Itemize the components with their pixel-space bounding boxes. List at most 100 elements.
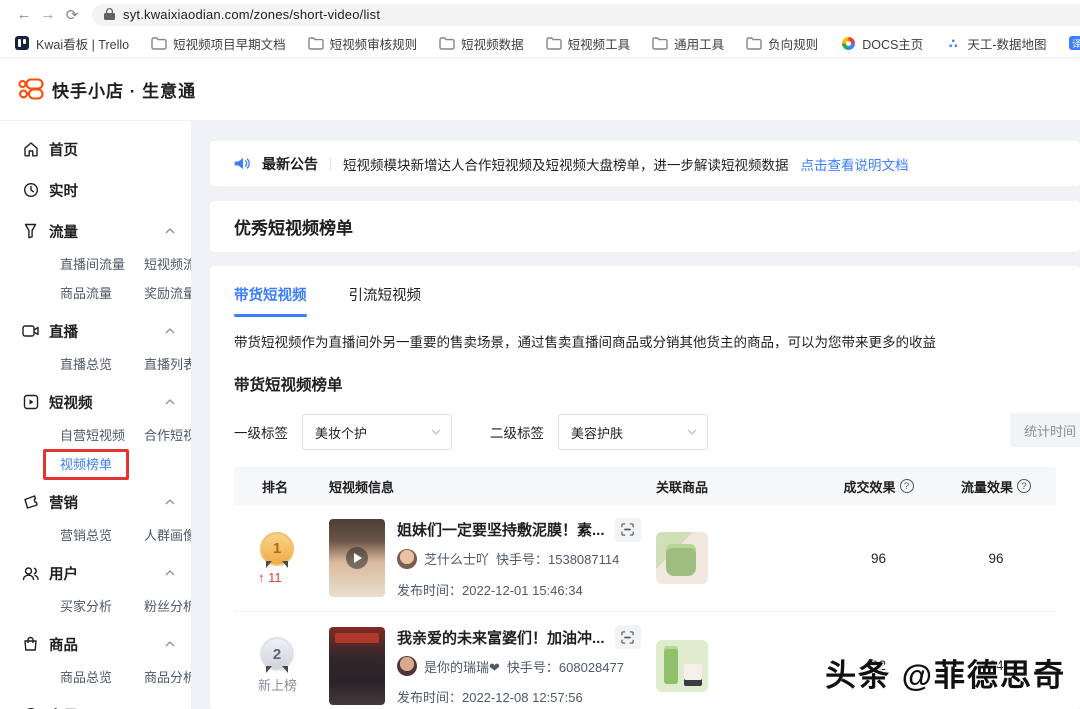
sidebar-item-shortvideo[interactable]: 短视频 — [22, 390, 191, 414]
bookmark-folder-5[interactable]: 通用工具 — [652, 34, 724, 53]
users-icon — [22, 565, 39, 582]
browser-toolbar: ← → ⟳ syt.kwaixiaodian.com/zones/short-v… — [0, 0, 1080, 29]
bookmark-folder-3[interactable]: 短视频数据 — [439, 34, 524, 53]
sidebar-item-reward-traffic[interactable]: 奖励流量 — [144, 283, 192, 305]
sidebar-item-audience-profile[interactable]: 人群画像 — [144, 525, 192, 547]
tab-drainage-videos[interactable]: 引流短视频 — [349, 284, 422, 317]
level1-tag-select[interactable]: 美妆个护 — [302, 414, 452, 450]
sidebar-item-marketing-overview[interactable]: 营销总览 — [60, 525, 144, 547]
ticket-icon — [22, 494, 39, 511]
video-play-icon — [22, 394, 39, 411]
product-image[interactable] — [656, 640, 708, 692]
scan-qr-button[interactable] — [615, 625, 641, 649]
sidebar-item-video-traffic[interactable]: 短视频流量 — [144, 254, 192, 276]
url-text: syt.kwaixiaodian.com/zones/short-video/l… — [123, 7, 380, 22]
sidebar-item-users[interactable]: 用户 — [22, 561, 191, 585]
sidebar-item-own-videos[interactable]: 自营短视频 — [60, 425, 144, 447]
bookmark-trello[interactable]: Kwai看板 | Trello — [14, 34, 129, 53]
video-title[interactable]: 我亲爱的未来富婆们！加油冲... — [397, 627, 605, 648]
folder-icon — [151, 35, 167, 51]
sidebar-item-live-list[interactable]: 直播列表 — [144, 354, 192, 376]
folder-icon — [439, 35, 455, 51]
play-icon — [346, 547, 368, 569]
bookmark-tiangong[interactable]: ∴ 天工-数据地图 — [945, 34, 1046, 53]
sidebar-item-products[interactable]: 商品 — [22, 632, 191, 656]
bookmark-folder-2[interactable]: 短视频审核规则 — [308, 34, 418, 53]
sidebar-item-product-overview[interactable]: 商品总览 — [60, 667, 144, 689]
silver-medal-icon: 2 — [260, 637, 294, 671]
sidebar-item-marketing[interactable]: 营销 — [22, 490, 191, 514]
rank-cell: 2 新上榜 — [234, 637, 329, 694]
chevron-up-icon[interactable] — [165, 570, 175, 576]
publish-time: 发布时间：2022-12-01 15:46:34 — [397, 580, 641, 599]
page-title-card: 优秀短视频榜单 — [210, 201, 1080, 252]
level2-tag-select[interactable]: 美容护肤 — [558, 414, 708, 450]
sidebar-item-home[interactable]: 首页 — [22, 137, 191, 161]
bookmark-folder-1[interactable]: 短视频项目早期文档 — [151, 34, 286, 53]
sidebar-item-product-analysis[interactable]: 商品分析 — [144, 667, 192, 689]
url-bar[interactable]: syt.kwaixiaodian.com/zones/short-video/l… — [92, 4, 1080, 26]
bookmark-folder-6[interactable]: 负向规则 — [746, 34, 818, 53]
author-name[interactable]: 芝什么士吖 — [424, 549, 489, 568]
help-icon[interactable]: ? — [900, 479, 914, 493]
sidebar-item-label: 视频榜单 — [60, 457, 112, 472]
rank-change: ↑ 11 — [258, 570, 282, 585]
scan-qr-button[interactable] — [615, 518, 641, 542]
gold-medal-icon: 1 — [260, 532, 294, 566]
filter-bar: 一级标签 美妆个护 二级标签 美容护肤 统计时间 — [234, 413, 1056, 451]
video-title[interactable]: 姐妹们一定要坚持敷泥膜！素... — [397, 519, 605, 540]
bookmark-translate[interactable]: 译 百度翻译-200种语... — [1068, 34, 1080, 53]
sidebar-item-traffic[interactable]: 流量 — [22, 219, 191, 243]
video-thumbnail[interactable] — [329, 519, 385, 597]
rank-change: 新上榜 — [258, 675, 297, 694]
reload-icon[interactable]: ⟳ — [60, 6, 84, 24]
folder-icon — [652, 35, 668, 51]
chevron-up-icon[interactable] — [165, 328, 175, 334]
app-header: 快手小店 · 生意通 — [0, 58, 1080, 121]
sidebar-item-video-ranking[interactable]: 视频榜单 — [60, 454, 144, 476]
sidebar-item-buyer-analysis[interactable]: 买家分析 — [60, 596, 144, 618]
back-icon[interactable]: ← — [12, 6, 36, 23]
header-rank: 排名 — [234, 477, 329, 496]
sidebar-item-label: 交易 — [49, 705, 78, 709]
bookmark-folder-4[interactable]: 短视频工具 — [546, 34, 631, 53]
forward-icon[interactable]: → — [36, 6, 60, 23]
level1-tag-label: 一级标签 — [234, 422, 288, 442]
sidebar-item-label: 流量 — [49, 221, 78, 242]
level2-tag-value: 美容护肤 — [571, 423, 623, 442]
stat-time-button[interactable]: 统计时间 — [1010, 413, 1080, 447]
chevron-up-icon[interactable] — [165, 641, 175, 647]
sidebar-item-trade[interactable]: 交易 — [22, 703, 191, 709]
table-row[interactable]: 1 ↑ 11 姐妹们一定要坚持敷泥膜！素... — [234, 505, 1056, 612]
tab-description: 带货短视频作为直播间外另一重要的售卖场景，通过售卖直播间商品或分销其他货主的商品… — [234, 331, 1056, 351]
bookmark-docs[interactable]: DOCS主页 — [840, 34, 923, 53]
author-name[interactable]: 是你的瑞瑞❤ — [424, 657, 500, 676]
sidebar-item-product-traffic[interactable]: 商品流量 — [60, 283, 144, 305]
app-logo[interactable]: 快手小店 · 生意通 — [18, 77, 196, 102]
sidebar-item-label: 首页 — [49, 139, 78, 160]
sidebar-item-realtime[interactable]: 实时 — [22, 178, 191, 202]
publish-time: 发布时间：2022-12-08 12:57:56 — [397, 687, 641, 706]
product-image[interactable] — [656, 532, 708, 584]
sidebar-item-coop-videos[interactable]: 合作短视频 — [144, 425, 192, 447]
chevron-down-icon — [687, 429, 697, 435]
chevron-up-icon[interactable] — [165, 228, 175, 234]
announcement-bar: 最新公告 短视频模块新增达人合作短视频及短视频大盘榜单，进一步解读短视频数据 点… — [210, 141, 1080, 186]
sidebar-item-fans-analysis[interactable]: 粉丝分析 — [144, 596, 192, 618]
main-content: 最新公告 短视频模块新增达人合作短视频及短视频大盘榜单，进一步解读短视频数据 点… — [192, 121, 1080, 709]
folder-icon — [308, 35, 324, 51]
sidebar: 首页 实时 流量 直播间流量 短视频流量 商品流量 奖励流量 直播 直播总览 直… — [0, 121, 192, 709]
sidebar-item-live[interactable]: 直播 — [22, 319, 191, 343]
video-thumbnail[interactable] — [329, 627, 385, 705]
sidebar-item-live-traffic[interactable]: 直播间流量 — [60, 254, 144, 276]
tab-selling-videos[interactable]: 带货短视频 — [234, 284, 307, 317]
chevron-up-icon[interactable] — [165, 399, 175, 405]
announcement-doc-link[interactable]: 点击查看说明文档 — [801, 154, 909, 174]
live-camera-icon — [22, 323, 39, 340]
chevron-up-icon[interactable] — [165, 499, 175, 505]
sidebar-item-live-overview[interactable]: 直播总览 — [60, 354, 144, 376]
header-product: 关联商品 — [656, 477, 821, 496]
level1-tag-value: 美妆个护 — [315, 423, 367, 442]
related-product-cell — [656, 640, 821, 692]
help-icon[interactable]: ? — [1017, 479, 1031, 493]
